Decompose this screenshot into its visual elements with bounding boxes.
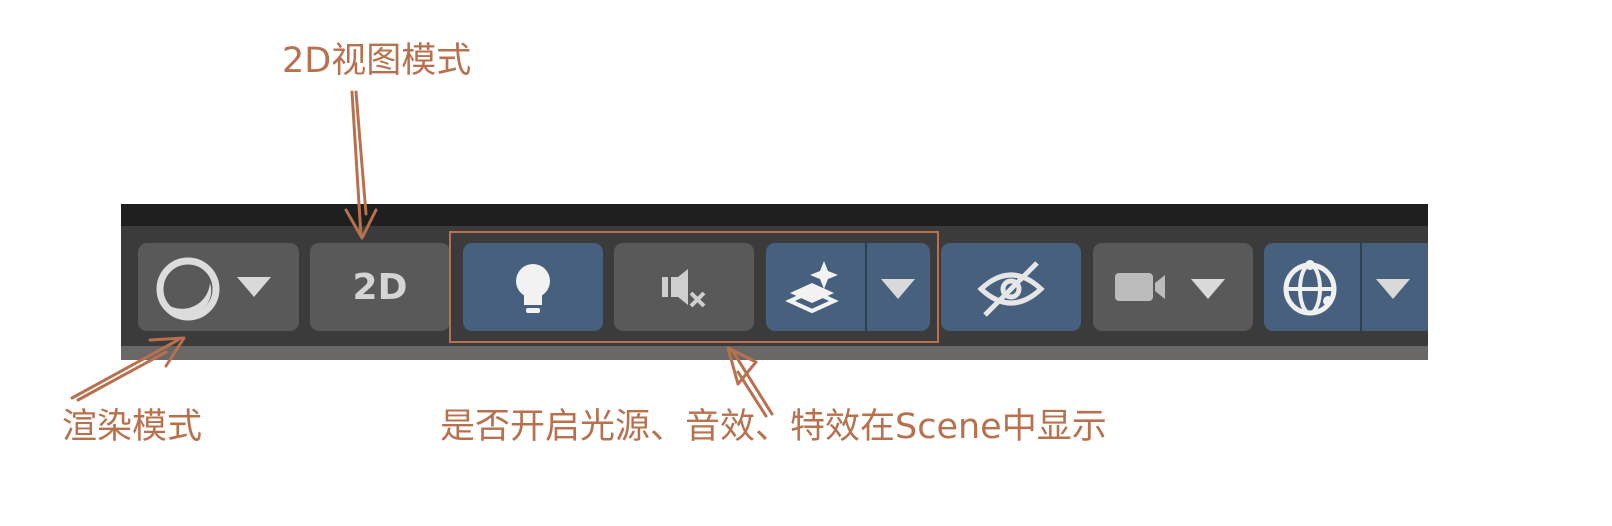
- render-mode-button[interactable]: [138, 243, 299, 331]
- annotation-render-mode: 渲染模式: [62, 407, 203, 447]
- view-2d-label: 2D: [352, 266, 408, 308]
- annotation-scene-toggles: 是否开启光源、音效、特效在Scene中显示: [440, 407, 1107, 447]
- scene-toggles-highlight-box: [449, 231, 939, 343]
- shading-mode-icon: [156, 257, 271, 321]
- annotation-2d-view-mode: 2D视图模式: [282, 41, 472, 81]
- gizmo-globe-icon: [1283, 260, 1337, 316]
- hidden-eye-icon: [977, 261, 1045, 317]
- toolbar-top-strip: [121, 204, 1428, 226]
- camera-button[interactable]: [1093, 243, 1253, 331]
- chevron-down-icon[interactable]: [1362, 243, 1428, 331]
- chevron-down-icon: [237, 277, 271, 297]
- visibility-toggle-button[interactable]: [941, 243, 1081, 331]
- view-2d-button[interactable]: 2D: [310, 243, 450, 331]
- camera-icon: [1115, 273, 1225, 301]
- gizmos-toggle-button[interactable]: [1264, 243, 1428, 331]
- chevron-down-icon: [1191, 279, 1225, 299]
- toolbar-bottom-strip: [121, 346, 1428, 360]
